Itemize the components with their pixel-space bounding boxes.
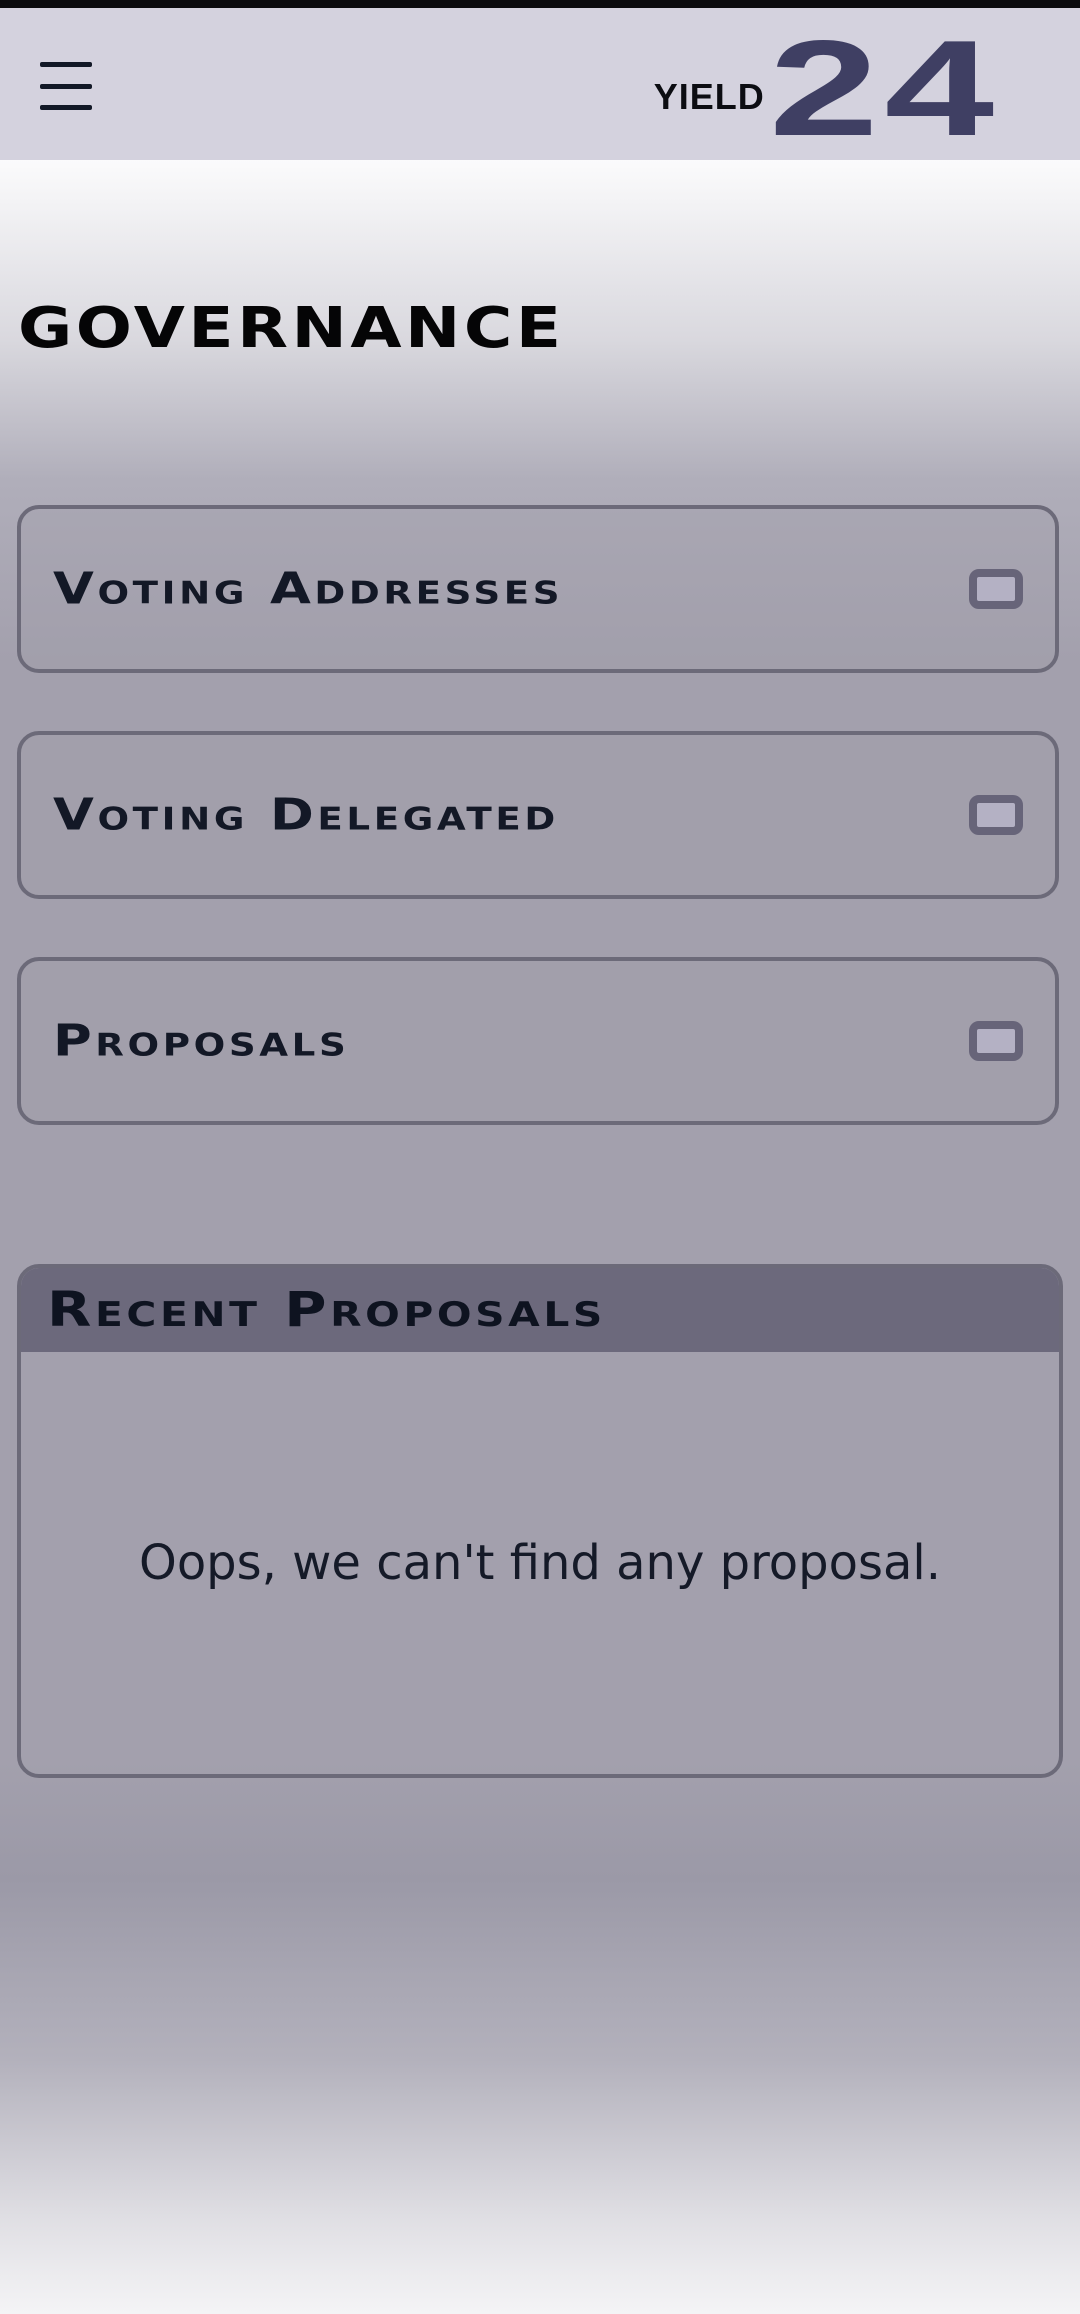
page-title: GOVERNANCE	[18, 296, 565, 361]
main-content	[0, 160, 1080, 2314]
voting-addresses-count: 0	[969, 569, 1023, 609]
status-bar-edge	[0, 0, 1080, 8]
hamburger-menu-icon[interactable]	[40, 62, 100, 110]
recent-proposals-panel: Recent Proposals Oops, we can't find any…	[17, 1264, 1063, 1778]
menu-line	[40, 62, 92, 67]
voting-delegated-count: 0	[969, 795, 1023, 835]
logo-prefix: YIELD	[653, 76, 765, 117]
proposals-card[interactable]: Proposals 0	[17, 957, 1059, 1125]
recent-proposals-header: Recent Proposals	[21, 1268, 1059, 1352]
proposals-label: Proposals	[53, 1015, 350, 1067]
yield24-logo[interactable]: YIELD 24	[653, 12, 1028, 164]
recent-proposals-title: Recent Proposals	[47, 1282, 606, 1338]
empty-state-message: Oops, we can't find any proposal.	[139, 1535, 941, 1591]
menu-line	[40, 105, 92, 110]
voting-delegated-card[interactable]: Voting Delegated 0	[17, 731, 1059, 899]
app-header: YIELD 24	[0, 8, 1080, 160]
logo-number: 24	[768, 12, 1000, 164]
menu-line	[40, 83, 92, 89]
voting-delegated-label: Voting Delegated	[53, 789, 559, 841]
voting-addresses-card[interactable]: Voting Addresses 0	[17, 505, 1059, 673]
proposals-count: 0	[969, 1021, 1023, 1061]
voting-addresses-label: Voting Addresses	[53, 563, 564, 615]
